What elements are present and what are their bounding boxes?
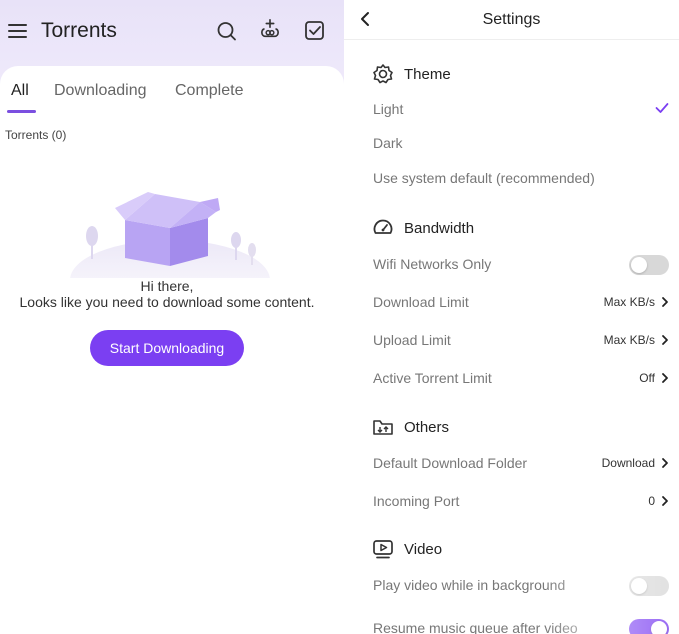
settings-header: Settings [344, 0, 679, 40]
theme-option-label: Light [373, 101, 404, 117]
bandwidth-section-header: Bandwidth [372, 217, 474, 239]
tab-all[interactable]: All [11, 82, 29, 100]
empty-state-title: Hi there, [140, 278, 194, 294]
speedometer-icon [373, 219, 393, 234]
app-root: Torrents All Downloading Complete Torren… [0, 0, 679, 634]
download-limit-label: Download Limit [373, 294, 469, 310]
tab-downloading[interactable]: Downloading [54, 82, 147, 100]
active-torrent-limit-row[interactable]: Active Torrent Limit Off [373, 365, 669, 391]
theme-option-dark[interactable]: Dark [373, 130, 669, 156]
chevron-right-icon [662, 335, 668, 345]
active-tab-indicator [7, 110, 36, 113]
theme-option-light[interactable]: Light [373, 96, 669, 122]
download-folder-row[interactable]: Default Download Folder Download [373, 450, 669, 476]
theme-section-header: Theme [372, 63, 451, 85]
upload-limit-label: Upload Limit [373, 332, 451, 348]
upload-limit-row[interactable]: Upload Limit Max KB/s [373, 327, 669, 353]
toggle-knob [631, 257, 647, 273]
wifi-only-label: Wifi Networks Only [373, 256, 492, 272]
wifi-only-toggle[interactable] [629, 255, 669, 275]
play-background-label: Play video while in background [373, 577, 566, 593]
play-background-toggle[interactable] [629, 576, 669, 596]
folder-transfer-icon [373, 420, 393, 435]
others-section-header: Others [372, 416, 449, 438]
theme-option-label: Dark [373, 135, 403, 151]
download-limit-row[interactable]: Download Limit Max KB/s [373, 289, 669, 315]
theme-gear-icon [373, 64, 393, 84]
settings-screen: Settings Theme Light Dark Use system def… [344, 0, 679, 634]
upload-limit-value: Max KB/s [603, 333, 655, 347]
wifi-only-row: Wifi Networks Only [373, 251, 669, 277]
active-torrent-limit-value: Off [639, 371, 655, 385]
tab-complete[interactable]: Complete [175, 82, 243, 100]
add-torrent-icon[interactable] [259, 18, 281, 40]
toggle-knob [631, 578, 647, 594]
theme-option-system[interactable]: Use system default (recommended) [373, 165, 669, 191]
chevron-right-icon [662, 373, 668, 383]
resume-music-toggle[interactable] [629, 619, 669, 634]
incoming-port-label: Incoming Port [373, 493, 460, 509]
video-section-title: Video [404, 540, 443, 558]
chevron-right-icon [662, 297, 668, 307]
active-torrent-limit-label: Active Torrent Limit [373, 370, 492, 386]
chevron-right-icon [662, 458, 668, 468]
incoming-port-row[interactable]: Incoming Port 0 [373, 488, 669, 514]
video-play-icon [373, 540, 393, 559]
download-limit-value: Max KB/s [603, 295, 655, 309]
bandwidth-section-title: Bandwidth [404, 219, 475, 237]
others-section-title: Others [404, 418, 450, 436]
play-background-row: Play video while in background [373, 572, 669, 598]
toggle-knob [651, 621, 667, 634]
download-folder-value: Download [601, 456, 655, 470]
video-section-header: Video [372, 538, 442, 560]
resume-music-row: Resume music queue after video [373, 615, 669, 634]
theme-section-title: Theme [404, 65, 451, 83]
resume-music-label: Resume music queue after video [373, 620, 578, 634]
incoming-port-value: 0 [648, 494, 655, 508]
settings-title: Settings [482, 11, 541, 28]
search-icon[interactable] [216, 20, 238, 42]
torrent-count: Torrents (0) [5, 128, 67, 142]
chevron-right-icon [662, 496, 668, 506]
theme-option-label: Use system default (recommended) [373, 170, 595, 186]
start-downloading-button[interactable]: Start Downloading [90, 330, 244, 366]
select-icon[interactable] [304, 20, 326, 42]
selected-check-icon [655, 103, 669, 113]
download-folder-label: Default Download Folder [373, 455, 528, 471]
menu-icon[interactable] [8, 22, 28, 40]
page-title: Torrents [41, 19, 117, 42]
empty-state-message: Looks like you need to download some con… [19, 294, 315, 310]
empty-box-illustration [70, 192, 270, 278]
torrents-screen: Torrents All Downloading Complete Torren… [0, 0, 344, 634]
